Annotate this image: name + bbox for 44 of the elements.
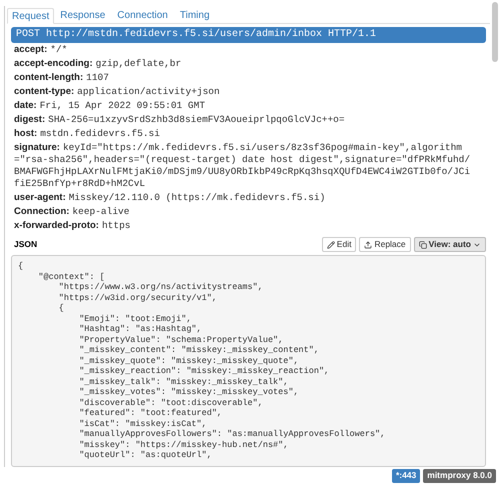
header-line: content-type: application/activity+json xyxy=(14,86,221,98)
code-line: "Hashtag": "as:Hashtag", xyxy=(78,324,203,334)
upload-icon xyxy=(364,240,372,248)
code-line: "isCat": "misskey:isCat", xyxy=(78,418,208,429)
code-line: "manuallyApprovesFollowers": "as:manuallyApprovesFollowers", xyxy=(78,429,386,440)
header-line: host: mstdn.fedidevrs.f5.si xyxy=(14,128,161,140)
pencil-icon xyxy=(326,240,335,248)
view-dropdown[interactable]: View: auto xyxy=(414,237,486,252)
code-line: "_misskey_quote": "misskey:_misskey_quote", xyxy=(78,356,300,366)
code-line: "misskey": "https://misskey-hub.net/ns#", xyxy=(78,440,290,450)
code-line: "@context": [ xyxy=(37,272,106,282)
header-line: content-length: 1107 xyxy=(14,72,110,84)
header-line: accept: */* xyxy=(14,44,68,56)
code-line: "discoverable": "toot:discoverable", xyxy=(78,398,264,408)
toolbar-button[interactable]: Edit xyxy=(322,237,356,252)
scrollbar[interactable] xyxy=(492,2,498,62)
tab[interactable]: Request xyxy=(7,8,54,24)
header-line: date: Fri, 15 Apr 2022 09:55:01 GMT xyxy=(14,100,206,112)
code-line: "_misskey_content": "misskey:_misskey_content", xyxy=(78,345,320,356)
header-line: digest: SHA-256=u1xzyvSrdSzhb3d8siemFV3AoueiprlpqoGlcVJc++o= xyxy=(14,114,346,126)
tab[interactable]: Connection xyxy=(111,7,174,23)
code-line: { xyxy=(58,303,65,314)
code-line: "PropertyValue": "schema:PropertyValue", xyxy=(78,334,284,345)
code-line: "_misskey_votes": "misskey:_misskey_votes", xyxy=(78,387,300,398)
status-badge: *:443 xyxy=(392,469,420,483)
toolbar-button[interactable]: Replace xyxy=(359,237,411,252)
code-line: "quoteUrl": "as:quoteUrl", xyxy=(78,450,213,460)
header-line: signature: keyId="https://mk.fedidevrs.f5.si/users/8z3sf36pog#main-key",algorithm="rsa-sha256",headers="(request-target) date host digest",signature="dfPRkMfuhd/BMAFWGFhjHpLAXrNulFMtjaKi0/mDSjm9/UU8yORbIkbP49cRpKq3hsqXQUfD4EWC4iW2GTIb0fo/JCifiE25BnfYp+r8RdD+hM2CvL xyxy=(14,142,472,190)
code-line: "Emoji": "toot:Emoji", xyxy=(78,314,192,324)
copy-icon xyxy=(418,240,427,248)
header-line: Connection: keep-alive xyxy=(14,206,130,218)
code-line: "https://w3id.org/security/v1", xyxy=(58,292,218,303)
code-line: { xyxy=(18,261,24,272)
header-line: x-forwarded-proto: https xyxy=(14,220,132,232)
tab[interactable]: Response xyxy=(54,7,112,23)
header-line: user-agent: Misskey/12.110.0 (https://mk.fedidevrs.f5.si) xyxy=(14,192,326,204)
code-line: "_misskey_talk": "misskey:_misskey_talk", xyxy=(78,376,290,387)
status-badge: mitmproxy 8.0.0 xyxy=(423,469,496,483)
code-line: "_misskey_reaction": "misskey:_misskey_reaction", xyxy=(78,366,330,376)
code-line: "https://www.w3.org/ns/activitystreams", xyxy=(58,282,264,292)
code-line: "featured": "toot:featured", xyxy=(78,408,224,418)
section-title: JSON xyxy=(13,238,38,251)
tab[interactable]: Timing xyxy=(174,7,216,23)
header-line: accept-encoding: gzip,deflate,br xyxy=(14,58,182,70)
